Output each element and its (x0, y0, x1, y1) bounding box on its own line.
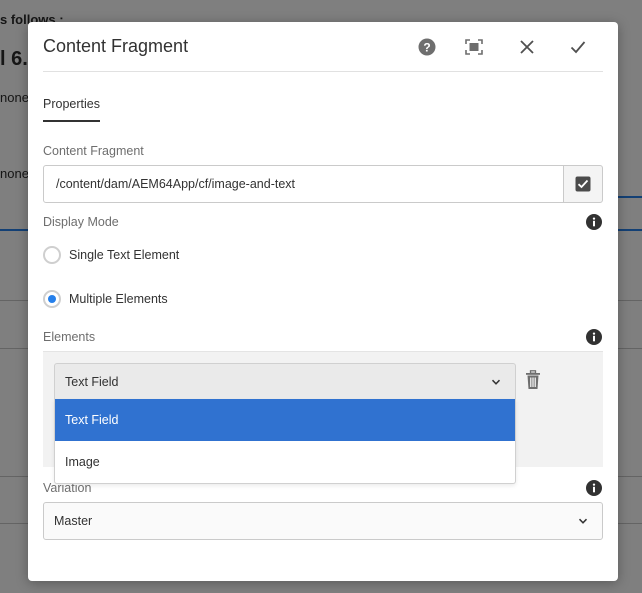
checkmark-icon (570, 41, 586, 54)
elements-selected-value: Text Field (65, 375, 119, 389)
radio-button[interactable] (43, 246, 61, 264)
tab-properties[interactable]: Properties (43, 97, 100, 122)
variation-selected-value: Master (54, 514, 93, 528)
help-icon: ? (418, 38, 436, 56)
dialog-header: Content Fragment ? (43, 22, 603, 72)
help-button[interactable]: ? (415, 35, 439, 59)
info-icon[interactable] (586, 329, 602, 345)
content-fragment-path-field[interactable]: /content/dam/AEM64App/cf/image-and-text (43, 165, 564, 203)
elements-select[interactable]: Text Field (54, 363, 516, 401)
radio-label: Multiple Elements (69, 292, 168, 306)
info-icon[interactable] (586, 480, 602, 496)
done-button[interactable] (566, 35, 590, 59)
chevron-down-icon (491, 379, 501, 385)
variation-select[interactable]: Master (43, 502, 603, 540)
fullscreen-button[interactable] (462, 35, 486, 59)
fullscreen-icon (465, 39, 483, 55)
close-icon (520, 40, 534, 54)
elements-dropdown-list: Text Field Image (54, 399, 516, 484)
radio-multiple-elements[interactable]: Multiple Elements (43, 290, 168, 308)
close-button[interactable] (515, 35, 539, 59)
trash-icon[interactable] (525, 370, 541, 390)
dialog-title: Content Fragment (43, 36, 189, 56)
svg-text:?: ? (423, 40, 430, 54)
chevron-down-icon (578, 518, 588, 524)
radio-label: Single Text Element (69, 248, 180, 262)
path-picker-button[interactable] (563, 165, 603, 203)
info-icon[interactable] (586, 214, 602, 230)
checkbox-picker-icon (575, 176, 591, 192)
content-fragment-dialog: Content Fragment ? Properties Content Fr… (28, 22, 618, 581)
radio-single-text-element[interactable]: Single Text Element (43, 246, 179, 264)
content-fragment-label: Content Fragment (43, 144, 144, 158)
radio-button-checked[interactable] (43, 290, 61, 308)
dropdown-option-image[interactable]: Image (55, 441, 515, 483)
dropdown-option-text-field[interactable]: Text Field (55, 399, 515, 441)
display-mode-label: Display Mode (43, 215, 119, 229)
elements-label: Elements (43, 330, 96, 344)
